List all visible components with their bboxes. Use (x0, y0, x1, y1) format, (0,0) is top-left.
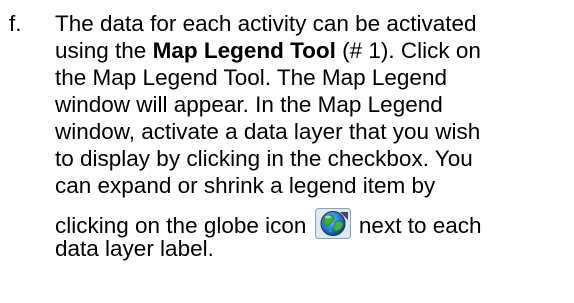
text-line-8-suffix: next to each (352, 213, 482, 238)
text-line-2-suffix: (# 1). Click on (335, 38, 481, 63)
list-marker: f. (9, 11, 22, 36)
instruction-item-f: f. The data for each activity can be act… (0, 0, 574, 303)
instruction-paragraph: The data for each activity can be activa… (55, 10, 574, 262)
text-line-7: can expand or shrink a legend item by (55, 173, 436, 198)
text-line-2: using the Map Legend Tool (# 1). Click o… (55, 37, 574, 64)
text-line-9: data layer label. (55, 236, 214, 261)
text-line-1: The data for each activity can be activa… (55, 11, 477, 36)
map-legend-tool-term: Map Legend Tool (152, 38, 336, 63)
text-line-4: window will appear. In the Map Legend (55, 92, 443, 117)
text-line-3: the Map Legend Tool. The Map Legend (55, 65, 447, 90)
text-line-2-prefix: using the (55, 38, 153, 63)
globe-icon (314, 208, 351, 239)
text-line-6: to display by clicking in the checkbox. … (55, 146, 473, 171)
text-line-5: window, activate a data layer that you w… (55, 119, 481, 144)
text-line-8: clicking on the globe icon next to each (55, 208, 574, 239)
